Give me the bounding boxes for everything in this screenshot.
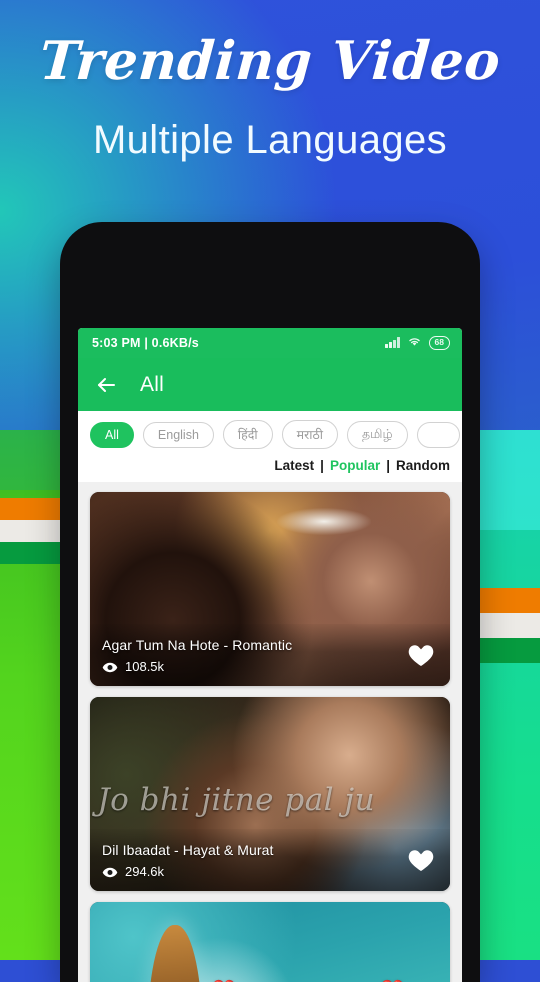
thumbnail-caption: 💔 तुम वापस मत आना 💔: [212, 976, 435, 982]
video-card[interactable]: Agar Tum Na Hote - Romantic 108.5k: [90, 492, 450, 686]
page-title: All: [140, 372, 164, 396]
video-card-overlay: Agar Tum Na Hote - Romantic 108.5k: [90, 624, 450, 686]
video-title: Dil Ibaadat - Hayat & Murat: [102, 841, 274, 858]
eye-icon: [102, 661, 118, 672]
chip-english[interactable]: English: [142, 421, 214, 448]
phone-mockup: 5:03 PM | 0.6KB/s 68 All All English हिं…: [60, 222, 480, 982]
status-bar: 5:03 PM | 0.6KB/s 68: [78, 328, 462, 358]
video-thumbnail: 💔 तुम वापस मत आना 💔: [90, 902, 450, 982]
video-card-meta: Dil Ibaadat - Hayat & Murat 294.6k: [102, 842, 274, 879]
promo-subtitle: Multiple Languages: [92, 118, 448, 162]
video-views: 108.5k: [102, 659, 292, 674]
eye-icon: [102, 866, 118, 877]
video-card-meta: Agar Tum Na Hote - Romantic 108.5k: [102, 637, 292, 674]
sort-option-random[interactable]: Random: [396, 458, 450, 473]
back-arrow-icon[interactable]: [94, 373, 118, 397]
heart-icon[interactable]: [406, 846, 436, 874]
thumbnail-figure: [147, 925, 202, 982]
sort-option-latest[interactable]: Latest: [274, 458, 314, 473]
video-title: Agar Tum Na Hote - Romantic: [102, 636, 293, 653]
status-bar-icons: 68: [385, 336, 450, 350]
video-watermark: Jo bhi jitne pal ju: [97, 782, 376, 819]
language-filter-row[interactable]: All English हिंदी मराठी தமிழ்: [78, 411, 462, 456]
video-view-count: 294.6k: [125, 863, 165, 879]
chip-hindi[interactable]: हिंदी: [222, 420, 273, 449]
sort-separator: |: [386, 458, 390, 473]
heart-icon[interactable]: [406, 641, 436, 669]
chip-marathi[interactable]: मराठी: [281, 420, 338, 449]
app-bar: All: [78, 358, 462, 411]
phone-screen: 5:03 PM | 0.6KB/s 68 All All English हिं…: [78, 328, 462, 982]
promo-title: Trending Video: [37, 30, 503, 92]
video-view-count: 108.5k: [125, 658, 165, 674]
chip-tamil[interactable]: தமிழ்: [347, 420, 408, 449]
sort-options-row[interactable]: Latest | Popular | Random: [78, 456, 462, 482]
sort-option-popular[interactable]: Popular: [330, 458, 380, 473]
sort-separator: |: [320, 458, 324, 473]
wifi-icon: [407, 336, 422, 349]
video-card[interactable]: Jo bhi jitne pal ju Dil Ibaadat - Hayat …: [90, 697, 450, 891]
battery-indicator: 68: [428, 336, 450, 350]
chip-partial[interactable]: [416, 421, 461, 448]
video-list[interactable]: Agar Tum Na Hote - Romantic 108.5k Jo bh…: [78, 482, 462, 982]
video-card[interactable]: 💔 तुम वापस मत आना 💔: [90, 902, 450, 982]
chip-all[interactable]: All: [90, 421, 134, 448]
video-views: 294.6k: [102, 864, 274, 879]
signal-bars-icon: [385, 337, 400, 349]
status-bar-time-and-speed: 5:03 PM | 0.6KB/s: [92, 336, 199, 350]
video-card-overlay: Dil Ibaadat - Hayat & Murat 294.6k: [90, 829, 450, 891]
